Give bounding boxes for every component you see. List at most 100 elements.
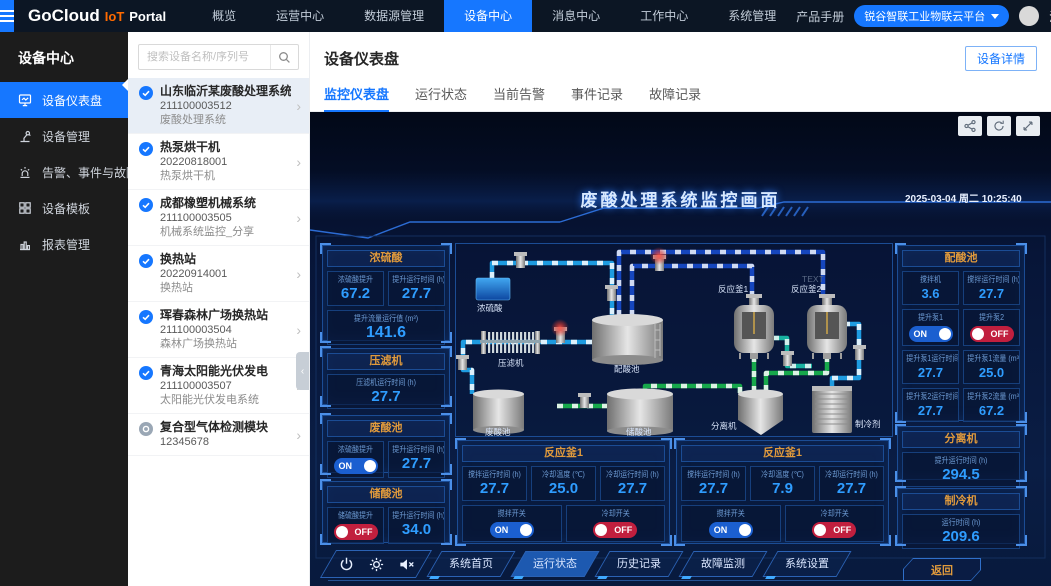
- metric-cell: 冷却运行时间 (h) 27.7: [819, 466, 884, 501]
- toggle-switch[interactable]: OFF: [334, 524, 378, 540]
- power-icon[interactable]: [338, 556, 355, 573]
- panel-title: 配酸池: [902, 250, 1020, 267]
- toggle-switch[interactable]: OFF: [593, 522, 637, 538]
- metric-cell: 冷却运行时间 (h) 27.7: [600, 466, 665, 501]
- toggle-switch[interactable]: ON: [709, 522, 753, 538]
- tab-event-log[interactable]: 事件记录: [571, 80, 623, 111]
- chevron-right-icon: ›: [296, 154, 301, 170]
- tab-fault-log[interactable]: 故障记录: [649, 80, 701, 111]
- nav-item-system[interactable]: 系统管理: [708, 0, 796, 32]
- device-online-icon: [139, 254, 153, 268]
- chevron-right-icon: ›: [296, 266, 301, 282]
- nav-item-overview[interactable]: 概览: [192, 0, 256, 32]
- toggle-label: 搅拌开关: [469, 509, 555, 519]
- tab-running-status[interactable]: 运行状态: [415, 80, 467, 111]
- metric-label: 压滤机运行时间 (h): [335, 378, 437, 388]
- active-item-notch: [116, 79, 128, 91]
- toggle-knob: [939, 328, 951, 340]
- metric-label: 提升运行时间 (h): [392, 445, 440, 455]
- panel-filter-press: 压滤机 压滤机运行时间 (h) 27.7: [322, 348, 450, 405]
- chevron-right-icon: ›: [296, 210, 301, 226]
- scada-nav-settings[interactable]: 系统设置: [770, 551, 844, 577]
- nav-item-data-source[interactable]: 数据源管理: [344, 0, 444, 32]
- metric-value: 27.7: [682, 480, 745, 498]
- separator-vessel: [738, 390, 783, 436]
- mute-icon[interactable]: [398, 556, 415, 573]
- sidebar-item-device-management[interactable]: 设备管理: [0, 118, 128, 154]
- toggle-switch[interactable]: ON: [909, 326, 953, 342]
- nav-item-device-center[interactable]: 设备中心: [444, 0, 532, 32]
- toggle-knob: [364, 460, 376, 472]
- sidebar-item-dashboard[interactable]: 设备仪表盘: [0, 82, 128, 118]
- top-navbar: GoCloud IoT Portal 概览 运营中心 数据源管理 设备中心 消息…: [0, 0, 1051, 32]
- toggle-switch[interactable]: OFF: [812, 522, 856, 538]
- toggle-switch[interactable]: ON: [490, 522, 534, 538]
- label-sulfuric: 浓硫酸: [477, 303, 503, 313]
- metric-value: 27.7: [389, 455, 444, 473]
- hamburger-menu-icon[interactable]: [0, 0, 14, 32]
- tab-current-alarms[interactable]: 当前告警: [493, 80, 545, 111]
- scada-nav-label: 历史记录: [617, 558, 661, 570]
- platform-select[interactable]: 锐谷智联工业物联云平台: [854, 5, 1009, 27]
- sidebar-item-templates[interactable]: 设备模板: [0, 190, 128, 226]
- search-button[interactable]: [270, 45, 298, 69]
- chevron-right-icon: ›: [296, 98, 301, 114]
- scada-nav-fault-monitor[interactable]: 故障监测: [686, 551, 760, 577]
- device-list-item[interactable]: 热泵烘干机 20220818001 热泵烘干机 ›: [128, 134, 309, 190]
- search-input[interactable]: [139, 51, 270, 63]
- metric-label: 提升运行时间 (h): [392, 511, 440, 521]
- device-desc: 热泵烘干机: [160, 169, 291, 183]
- device-name: 换热站: [160, 252, 291, 267]
- device-serial: 20220818001: [160, 155, 291, 169]
- metric-value: 25.0: [964, 364, 1019, 381]
- metric-value: 27.7: [964, 285, 1019, 302]
- device-list-item[interactable]: 珲春森林广场换热站 211100003504 森林广场换热站 ›: [128, 302, 309, 358]
- scada-nav-label: 系统首页: [449, 558, 493, 570]
- device-desc: 太阳能光伏发电系统: [160, 393, 291, 407]
- device-list-item[interactable]: 山东临沂某废酸处理系统 211100003512 废酸处理系统 ›: [128, 78, 309, 134]
- device-list-panel: 山东临沂某废酸处理系统 211100003512 废酸处理系统 › 热泵烘干机 …: [128, 32, 310, 586]
- panel-title: 分离机: [902, 431, 1020, 448]
- device-list-item[interactable]: 复合型气体检测模块 12345678 ›: [128, 414, 309, 456]
- sidebar-item-reports[interactable]: 报表管理: [0, 226, 128, 262]
- back-button[interactable]: 返回: [903, 558, 981, 581]
- settings-gear-icon[interactable]: [368, 556, 385, 573]
- tab-monitor-dashboard[interactable]: 监控仪表盘: [324, 80, 389, 111]
- scada-nav-history[interactable]: 历史记录: [602, 551, 676, 577]
- toggle-switch[interactable]: OFF: [970, 326, 1014, 342]
- device-list-item[interactable]: 青海太阳能光伏发电 211100003507 太阳能光伏发电系统 ›: [128, 358, 309, 414]
- scada-toolbar: [958, 116, 1040, 136]
- metric-cell: 冷却温度 (℃) 25.0: [531, 466, 596, 501]
- toggle-cell: 搅拌开关 ON: [462, 505, 562, 542]
- device-detail-button[interactable]: 设备详情: [965, 46, 1037, 71]
- nav-item-message-center[interactable]: 消息中心: [532, 0, 620, 32]
- chevron-right-icon: ›: [296, 322, 301, 338]
- scada-bottom-bar: 系统首页 运行状态 历史记录 故障监测 系统设置: [328, 550, 844, 578]
- avatar[interactable]: [1019, 6, 1039, 26]
- scada-nav-home[interactable]: 系统首页: [434, 551, 508, 577]
- metric-label: 提升运行时间 (h): [910, 456, 1012, 466]
- device-name: 山东临沂某废酸处理系统: [160, 84, 291, 99]
- metric-cell: 搅拌运行时间 (h) 27.7: [681, 466, 746, 501]
- alarm-glow: [551, 319, 569, 337]
- sidebar-item-label: 设备管理: [42, 128, 90, 145]
- filter-press: [480, 331, 541, 354]
- device-list-item[interactable]: 换热站 20220914001 换热站 ›: [128, 246, 309, 302]
- sidebar-title: 设备中心: [0, 32, 128, 82]
- device-online-icon: [139, 86, 153, 100]
- panel-reactor-2: 反应釜1 搅拌运行时间 (h) 27.7 冷却温度 (℃) 7.9 冷却运行时间…: [676, 440, 889, 544]
- product-manual-link[interactable]: 产品手册: [796, 8, 844, 25]
- scada-nav-running-status[interactable]: 运行状态: [518, 551, 592, 577]
- device-list-item[interactable]: 成都橡塑机械系统 211100003505 机械系统监控_分享 ›: [128, 190, 309, 246]
- sidebar: 设备中心 设备仪表盘 设备管理 告警、事件与故障 设备模板 报表管理: [0, 32, 128, 586]
- toggle-label: 冷却开关: [791, 509, 877, 519]
- toggle-label: 浓硫酸提升: [331, 445, 379, 455]
- nav-item-operations[interactable]: 运营中心: [256, 0, 344, 32]
- fullscreen-icon[interactable]: [1016, 116, 1040, 136]
- panel-collapse-handle[interactable]: ‹: [296, 352, 309, 390]
- nav-item-work-center[interactable]: 工作中心: [620, 0, 708, 32]
- toggle-switch[interactable]: ON: [334, 458, 378, 474]
- sidebar-item-alarms[interactable]: 告警、事件与故障: [0, 154, 128, 190]
- refresh-icon[interactable]: [987, 116, 1011, 136]
- share-icon[interactable]: [958, 116, 982, 136]
